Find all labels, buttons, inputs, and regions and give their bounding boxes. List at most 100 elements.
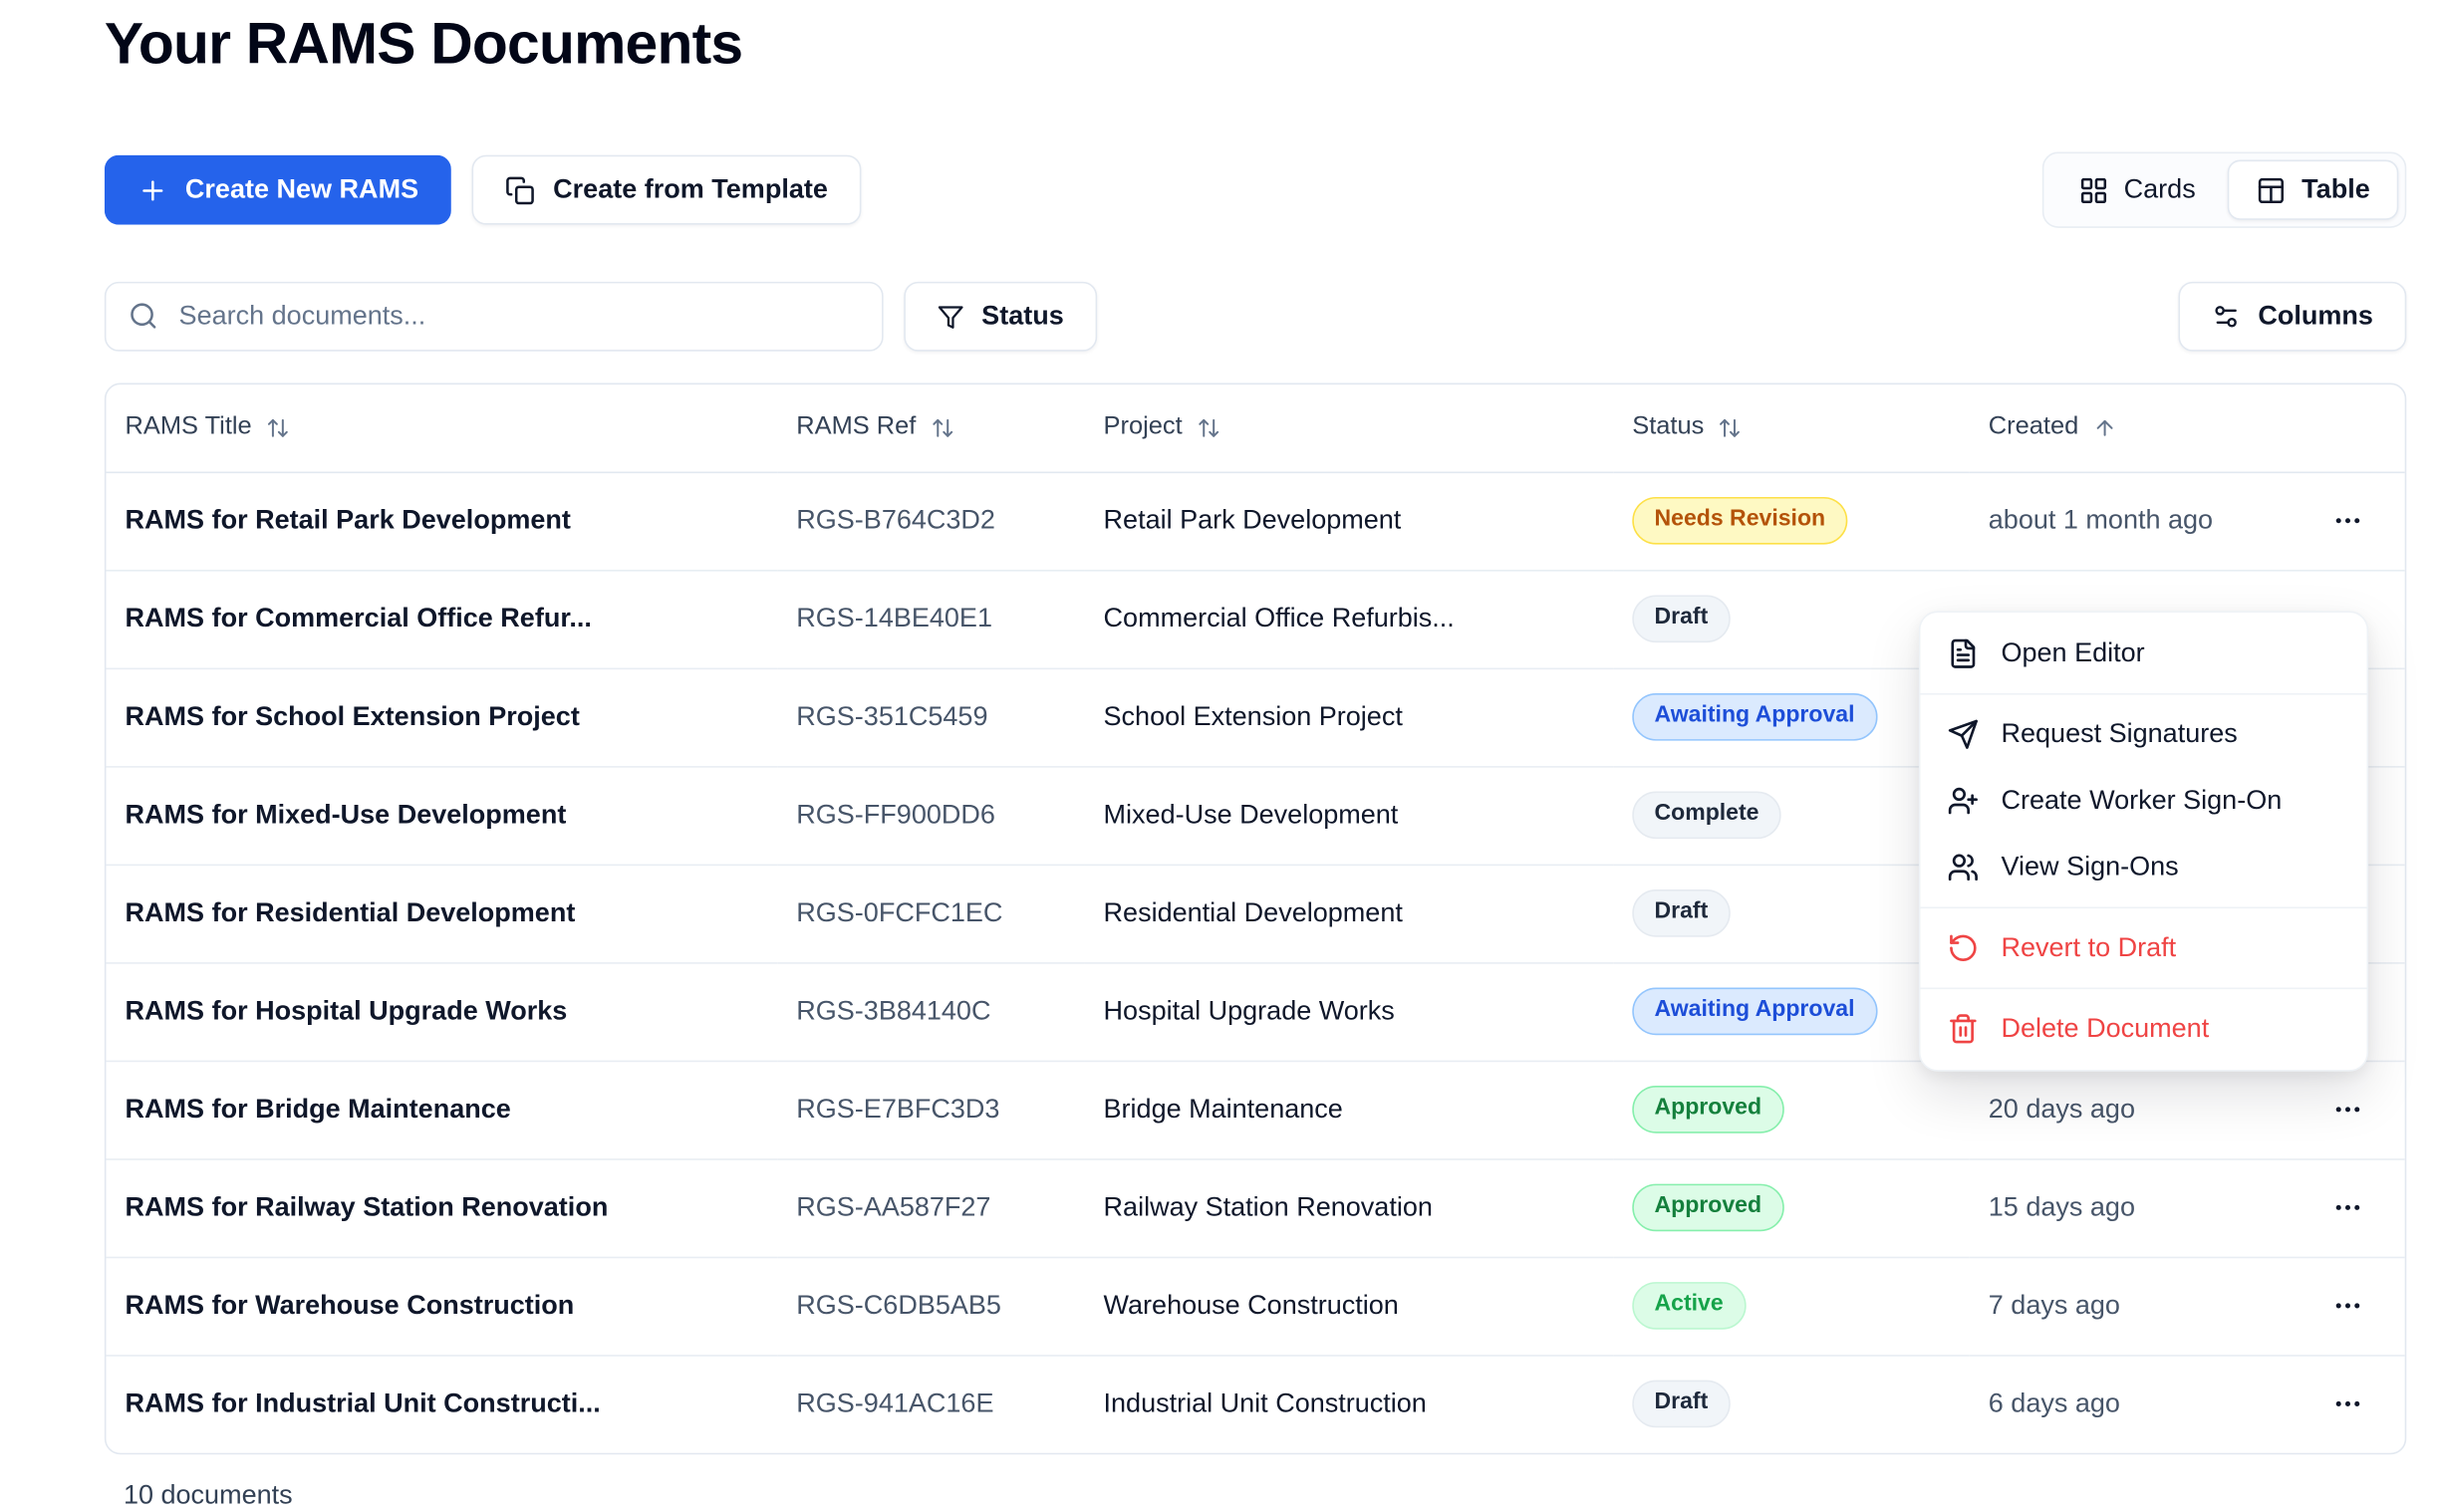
menu-item-view-sign-ons[interactable]: View Sign-Ons [1928,834,2358,900]
rams-title-cell: RAMS for Industrial Unit Constructi... [106,1355,777,1453]
status-cell: Approved [1613,1061,1970,1159]
menu-item-open-editor[interactable]: Open Editor [1928,621,2358,687]
row-actions-button[interactable] [2320,1083,2374,1136]
row-actions-button[interactable] [2320,1378,2374,1431]
status-cell: Awaiting Approval [1613,962,1970,1061]
send-icon [1947,718,1979,750]
cards-view-button[interactable]: Cards [2049,159,2224,219]
status-badge: Approved [1632,1086,1783,1133]
rams-title-cell: RAMS for Retail Park Development [106,472,777,571]
project-cell: Bridge Maintenance [1084,1061,1613,1159]
status-cell: Draft [1613,865,1970,963]
create-from-template-label: Create from Template [553,174,828,206]
rams-ref-cell: RGS-FF900DD6 [777,766,1084,865]
rams-ref-header-label: RAMS Ref [796,413,916,442]
status-badge: Draft [1632,596,1730,642]
menu-item-revert-to-draft[interactable]: Revert to Draft [1928,914,2358,981]
columns-button[interactable]: Columns [2179,282,2406,352]
arrow-up-icon [2093,416,2117,440]
actions-header [2287,384,2407,471]
columns-label: Columns [2258,301,2373,333]
row-actions-button[interactable] [2320,494,2374,548]
menu-item-delete-document[interactable]: Delete Document [1928,995,2358,1062]
create-new-rams-button[interactable]: Create New RAMS [105,155,452,225]
rams-title-cell: RAMS for Mixed-Use Development [106,766,777,865]
actions-cell [2287,1257,2407,1356]
status-badge: Complete [1632,792,1780,839]
row-actions-button[interactable] [2320,1279,2374,1333]
rams-ref-cell: RGS-B764C3D2 [777,472,1084,571]
status-filter-button[interactable]: Status [904,282,1097,352]
copy-icon [505,175,535,205]
sort-rams-ref-header[interactable]: RAMS Ref [796,413,953,442]
project-cell: Mixed-Use Development [1084,766,1613,865]
actions-cell [2287,1355,2407,1453]
create-from-template-button[interactable]: Create from Template [472,155,861,225]
user-plus-icon [1947,785,1979,817]
project-cell: Commercial Office Refurbis... [1084,570,1613,668]
rams-title-cell: RAMS for Hospital Upgrade Works [106,962,777,1061]
rams-title-cell: RAMS for Commercial Office Refur... [106,570,777,668]
status-cell: Awaiting Approval [1613,668,1970,767]
table-view-button[interactable]: Table [2227,159,2398,219]
sort-project-header[interactable]: Project [1104,413,1220,442]
arrow-up-down-icon [1197,416,1220,440]
table-row[interactable]: RAMS for Retail Park Development RGS-B76… [106,472,2406,571]
arrow-up-down-icon [266,416,290,440]
plus-icon [137,175,167,205]
row-actions-context-menu: Open Editor Request Signatures Create Wo… [1919,611,2368,1071]
project-cell: Industrial Unit Construction [1084,1355,1613,1453]
project-header-label: Project [1104,413,1183,442]
menu-item-label: View Sign-Ons [2001,852,2178,883]
rams-ref-cell: RGS-351C5459 [777,668,1084,767]
status-cell: Needs Revision [1613,472,1970,571]
table-header-row: RAMS Title RAMS Ref Project Status [106,384,2406,471]
menu-item-create-worker-sign-on[interactable]: Create Worker Sign-On [1928,768,2358,835]
rams-ref-cell: RGS-14BE40E1 [777,570,1084,668]
menu-item-label: Create Worker Sign-On [2001,785,2282,817]
menu-item-label: Delete Document [2001,1013,2209,1045]
arrow-up-down-icon [1719,416,1743,440]
table-row[interactable]: RAMS for Railway Station Renovation RGS-… [106,1158,2406,1257]
rams-documents-page: Your RAMS Documents Create New RAMS Crea… [0,0,2438,1508]
file-text-icon [1947,637,1979,669]
project-cell: Railway Station Renovation [1084,1158,1613,1257]
search-input[interactable] [105,282,884,352]
ellipsis-icon [2331,1094,2363,1126]
menu-item-label: Open Editor [2001,637,2144,669]
actions-cell [2287,472,2407,571]
created-cell: 20 days ago [1970,1061,2287,1159]
grid-icon [2078,175,2108,205]
ellipsis-icon [2331,1290,2363,1322]
status-cell: Complete [1613,766,1970,865]
ellipsis-icon [2331,1192,2363,1224]
page-title: Your RAMS Documents [105,10,2406,80]
table-icon [2256,175,2286,205]
row-actions-button[interactable] [2320,1180,2374,1234]
project-cell: Retail Park Development [1084,472,1613,571]
sort-rams-title-header[interactable]: RAMS Title [126,413,290,442]
table-row[interactable]: RAMS for Bridge Maintenance RGS-E7BFC3D3… [106,1061,2406,1159]
menu-item-label: Request Signatures [2001,718,2237,750]
status-badge: Awaiting Approval [1632,988,1877,1035]
menu-divider [1920,988,2366,990]
search-icon [129,301,158,331]
filter-icon [938,303,964,330]
status-badge: Needs Revision [1632,497,1847,544]
status-header-label: Status [1632,413,1704,442]
rams-ref-cell: RGS-941AC16E [777,1355,1084,1453]
sort-status-header[interactable]: Status [1632,413,1742,442]
sort-created-header[interactable]: Created [1989,413,2117,442]
status-cell: Active [1613,1257,1970,1356]
table-row[interactable]: RAMS for Warehouse Construction RGS-C6DB… [106,1257,2406,1356]
rams-title-cell: RAMS for School Extension Project [106,668,777,767]
project-cell: Residential Development [1084,865,1613,963]
table-row[interactable]: RAMS for Industrial Unit Constructi... R… [106,1355,2406,1453]
created-cell: 7 days ago [1970,1257,2287,1356]
created-cell: 15 days ago [1970,1158,2287,1257]
actions-cell [2287,1158,2407,1257]
rams-title-header-label: RAMS Title [126,413,252,442]
project-cell: School Extension Project [1084,668,1613,767]
menu-item-request-signatures[interactable]: Request Signatures [1928,701,2358,768]
status-badge: Approved [1632,1184,1783,1231]
